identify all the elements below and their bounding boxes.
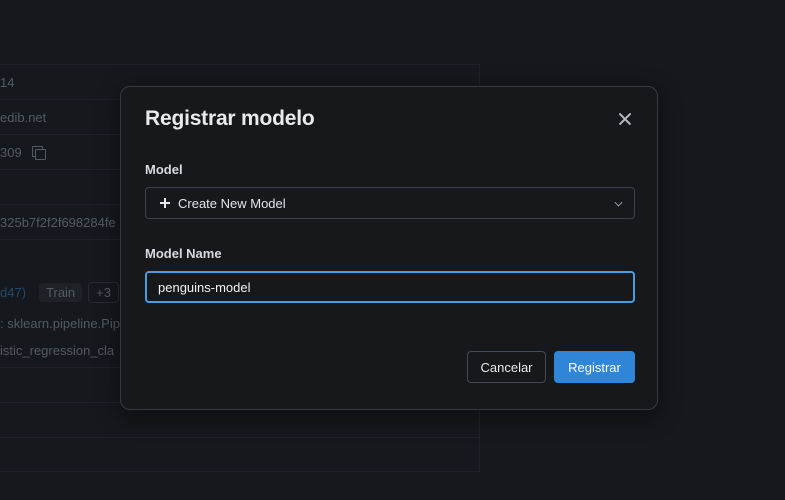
register-model-dialog: Registrar modelo Model Create New Model …	[120, 86, 658, 410]
model-name-label: Model Name	[145, 246, 222, 261]
model-select-value: Create New Model	[178, 195, 286, 211]
model-label: Model	[145, 162, 183, 177]
dialog-title: Registrar modelo	[145, 107, 315, 130]
cancel-button[interactable]: Cancelar	[467, 351, 546, 383]
model-name-input[interactable]	[145, 271, 635, 303]
model-select[interactable]: Create New Model	[145, 187, 635, 219]
plus-icon	[160, 198, 170, 208]
chevron-down-icon	[614, 198, 623, 207]
close-icon[interactable]	[615, 109, 635, 129]
register-button[interactable]: Registrar	[554, 351, 635, 383]
